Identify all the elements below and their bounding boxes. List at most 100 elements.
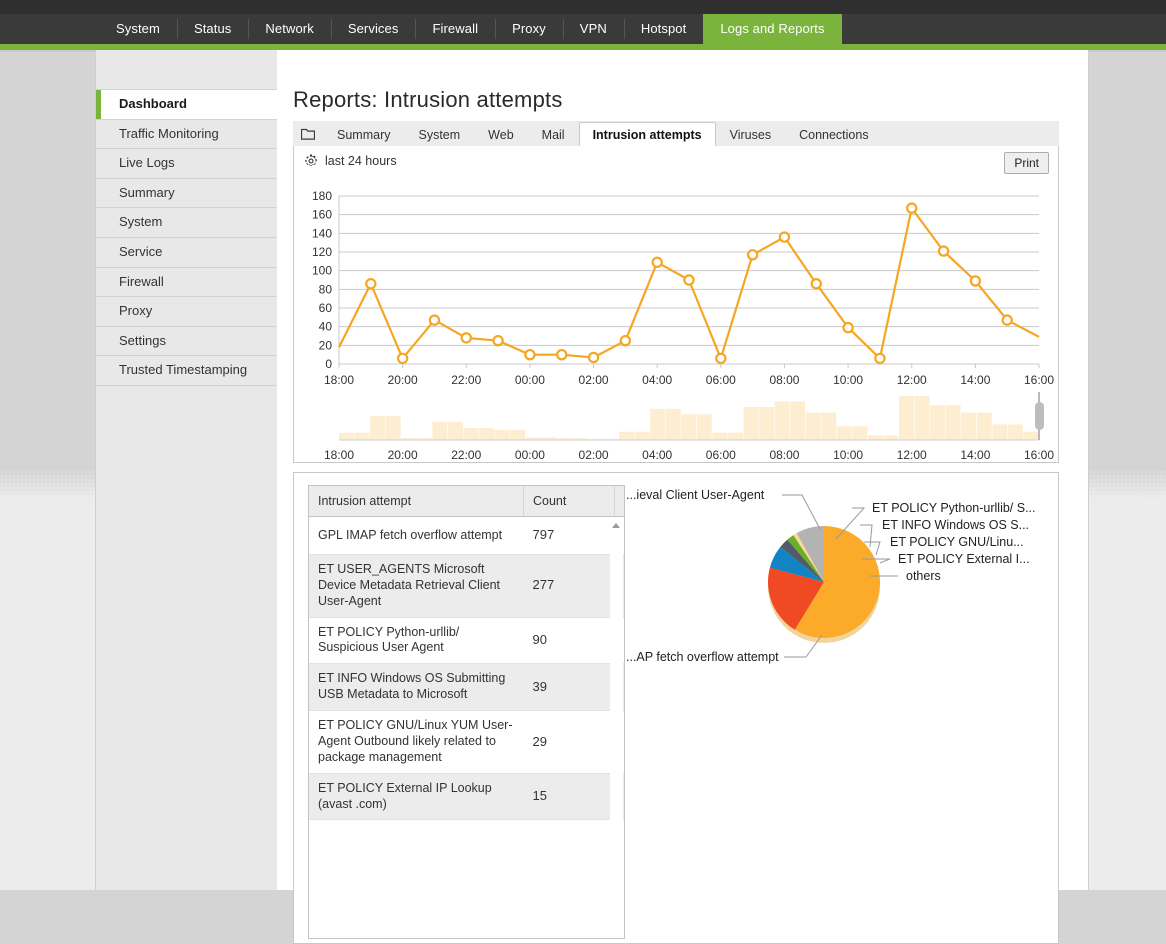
data-point[interactable] [556,348,568,361]
data-point[interactable] [906,202,918,214]
tab-summary[interactable]: Summary [323,122,404,148]
data-point[interactable] [842,321,854,334]
print-button[interactable]: Print [1004,152,1049,174]
table-row[interactable]: ET INFO Windows OS Submitting USB Metada… [309,663,624,711]
table-row[interactable]: ET USER_AGENTS Microsoft Device Metadata… [309,554,624,618]
sidebar-item-service[interactable]: Service [96,237,278,268]
navigator-bar [665,408,681,440]
data-point[interactable] [937,245,950,257]
intrusion-table-container[interactable]: Intrusion attempt Count GPL IMAP fetch ov… [308,485,625,939]
pie-slice-label: ET INFO Windows OS S... [882,518,1029,532]
gear-icon[interactable] [304,154,318,168]
sidebar-item-trusted-timestamping[interactable]: Trusted Timestamping [96,356,278,386]
tab-mail[interactable]: Mail [528,122,579,148]
data-point[interactable] [492,334,504,347]
navigator-tick-label: 16:00 [1024,448,1054,462]
navigator-bar [432,421,448,440]
nav-item-network[interactable]: Network [248,14,330,44]
cell-intrusion-name: ET POLICY GNU/Linux YUM User-Agent Outbo… [309,710,524,774]
table-row[interactable]: ET POLICY GNU/Linux YUM User-Agent Outbo… [309,710,624,774]
data-point[interactable] [396,352,409,365]
tab-web[interactable]: Web [474,122,527,148]
navigator-handle[interactable] [1035,402,1044,430]
scroll-up-arrow-icon[interactable] [612,523,620,528]
navigator-bar [1007,424,1023,440]
data-point[interactable] [874,352,886,365]
nav-item-firewall[interactable]: Firewall [415,14,495,44]
data-point[interactable] [619,334,632,347]
sidebar-item-firewall[interactable]: Firewall [96,267,278,298]
top-navigation-items: System Status Network Services Firewall Proxy… [99,14,842,44]
navigator-bar [852,426,868,440]
nav-item-hotspot[interactable]: Hotspot [623,14,704,44]
navigator-tick-label: 22:00 [451,448,481,462]
time-range-control[interactable]: last 24 hours [304,154,397,168]
nav-item-system[interactable]: System [99,14,177,44]
navigator-bar [712,432,728,440]
intrusion-pie-chart[interactable]: ...ieval Client User-Agent ET POLICY Pyth… [624,477,1056,697]
time-range-label: last 24 hours [325,154,397,168]
navigator-bar [945,405,961,440]
sidebar-item-summary[interactable]: Summary [96,178,278,209]
sidebar-item-proxy[interactable]: Proxy [96,297,278,327]
data-point[interactable] [746,249,759,261]
nav-item-services[interactable]: Services [330,14,416,44]
navigator-tick-label: 10:00 [833,448,863,462]
tab-connections[interactable]: Connections [785,122,883,148]
sidebar-item-traffic-monitoring[interactable]: Traffic Monitoring [96,119,278,150]
navigator-bar [836,426,852,440]
data-point[interactable] [428,314,441,326]
page-title: Reports: Intrusion attempts [293,87,563,112]
data-point[interactable] [587,351,600,364]
table-row[interactable]: ET POLICY Python-urllib/ Suspicious User… [309,617,624,665]
data-point[interactable] [460,332,472,344]
intrusion-line-chart[interactable]: 0 20 40 60 80 100 120 140 160 180 18:00 20:00 22:00 0… [294,184,1058,396]
nav-item-vpn[interactable]: VPN [562,14,624,44]
x-axis-tick-label: 00:00 [515,373,545,387]
sidebar-item-live-logs[interactable]: Live Logs [96,149,278,179]
navigator-bar [914,396,930,440]
data-point[interactable] [524,348,536,361]
nav-item-proxy[interactable]: Proxy [495,14,563,44]
sidebar-item-system[interactable]: System [96,208,278,238]
data-point[interactable] [810,278,822,290]
navigator-bar [619,431,634,440]
navigator-tick-label: 18:00 [324,448,354,462]
table-row[interactable]: GPL IMAP fetch overflow attempt 797 [309,516,624,555]
data-point[interactable] [651,256,663,268]
table-header-count[interactable]: Count [523,486,615,517]
data-point[interactable] [778,231,791,243]
data-point[interactable] [969,275,982,287]
cell-count: 90 [523,617,615,665]
sidebar-item-dashboard[interactable]: Dashboard [96,90,278,120]
pie-slice-label: ET POLICY Python-urllib/ S... [872,501,1036,515]
x-axis-tick-label: 02:00 [579,373,609,387]
chart-navigator[interactable]: 18:00 20:00 22:00 00:00 02:00 04:00 06:00 08:00… [294,392,1058,478]
tab-intrusion-attempts[interactable]: Intrusion attempts [578,122,716,148]
pie-callout-line [782,494,821,530]
sidebar-item-settings[interactable]: Settings [96,326,278,357]
nav-item-status[interactable]: Status [176,14,248,44]
data-point[interactable] [365,278,377,290]
data-point[interactable] [1001,314,1013,326]
data-point[interactable] [715,352,727,365]
cell-count: 29 [523,710,615,774]
details-panel: Intrusion attempt Count GPL IMAP fetch ov… [293,472,1059,944]
tab-viruses[interactable]: Viruses [716,122,785,148]
navigator-bar [463,428,479,440]
nav-item-logs-and-reports[interactable]: Logs and Reports [703,14,842,44]
navigator-bar [727,432,743,440]
table-row[interactable]: ET POLICY External IP Lookup (avast .com… [309,773,624,821]
sidebar-header-spacer [96,50,278,90]
data-point[interactable] [683,274,695,286]
tab-system[interactable]: System [404,122,474,148]
y-axis-tick-label: 80 [319,282,333,296]
table-header-name[interactable]: Intrusion attempt [309,486,524,517]
pie-slice-label: ET POLICY GNU/Linu... [890,535,1024,549]
title-bar [0,0,1166,14]
cell-intrusion-name: ET USER_AGENTS Microsoft Device Metadata… [309,554,524,618]
navigator-tick-label: 06:00 [706,448,736,462]
x-axis-tick-label: 18:00 [324,373,354,387]
table-scrollbar[interactable] [610,520,623,937]
x-axis-tick-label: 22:00 [451,373,481,387]
